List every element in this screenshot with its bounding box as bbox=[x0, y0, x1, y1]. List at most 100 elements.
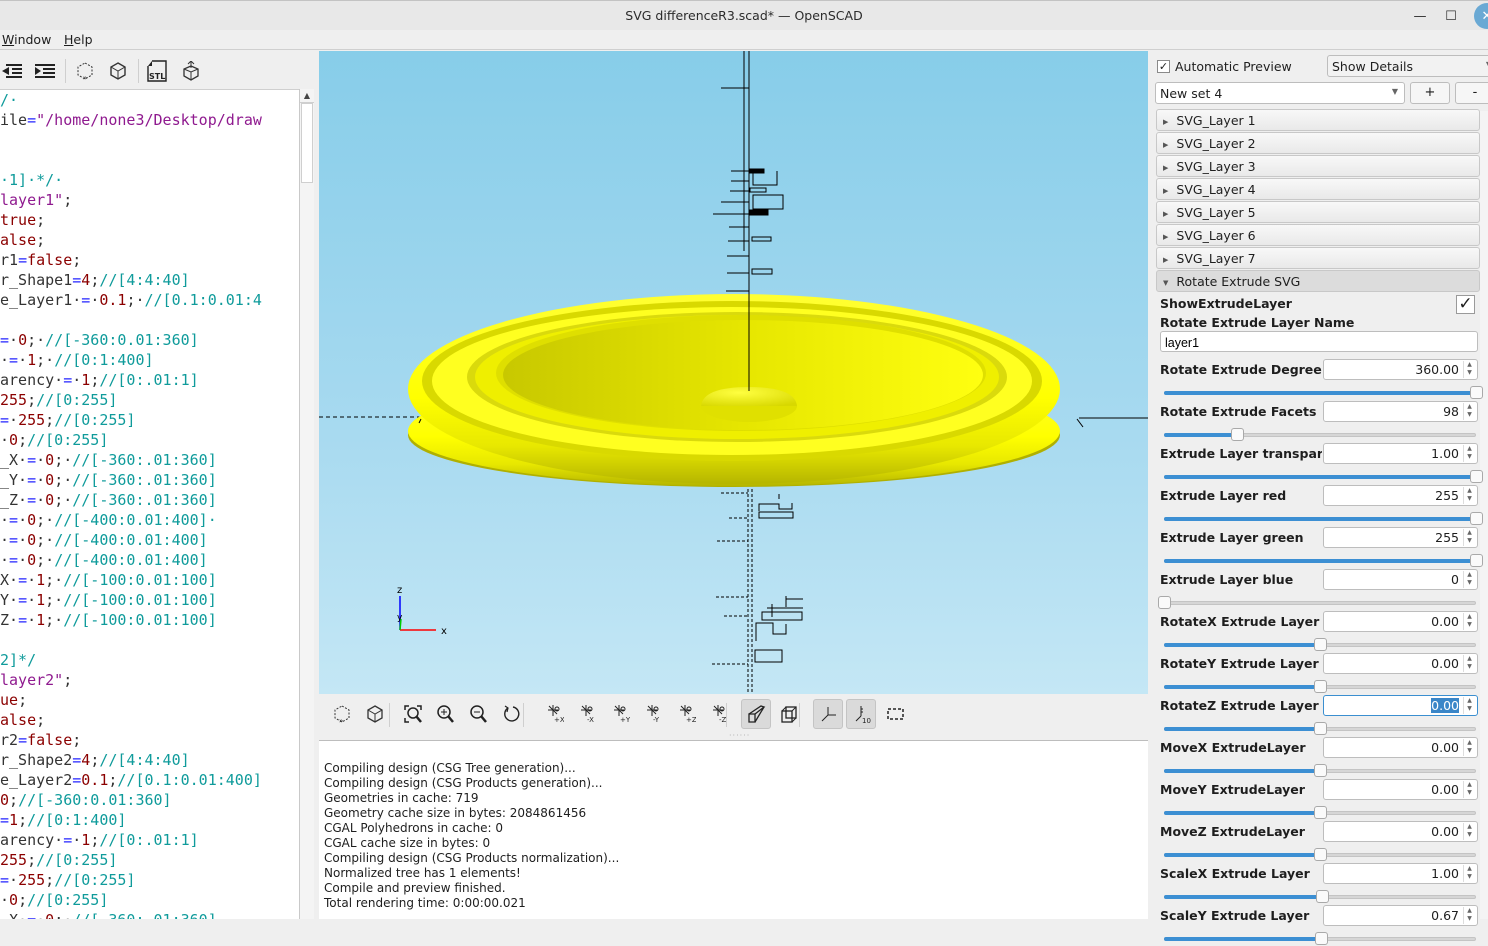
preview-icon[interactable]: » bbox=[73, 59, 97, 83]
menu-help[interactable]: Help bbox=[64, 32, 93, 47]
group-svg-layer-3[interactable]: ▶ SVG_Layer 3 bbox=[1156, 155, 1480, 177]
movey-extrudelayer-slider[interactable] bbox=[1164, 806, 1476, 820]
preset-select[interactable]: New set 4 ▼ bbox=[1155, 82, 1405, 104]
extrude-layer-red-slider[interactable] bbox=[1164, 512, 1483, 526]
console-output[interactable]: Compiling design (CSG Tree generation)..… bbox=[319, 740, 1148, 919]
add-preset-button[interactable]: + bbox=[1410, 82, 1450, 104]
indent-icon[interactable] bbox=[33, 59, 57, 83]
slider-handle[interactable] bbox=[1314, 932, 1328, 945]
spin-arrows-icon[interactable]: ▲ ▼ bbox=[1463, 655, 1475, 672]
slider-handle[interactable] bbox=[1158, 596, 1171, 609]
slider-handle[interactable] bbox=[1315, 890, 1329, 903]
spin-arrows-icon[interactable]: ▲ ▼ bbox=[1463, 781, 1475, 798]
close-button[interactable]: ✕ bbox=[1474, 3, 1488, 29]
scrollbar-thumb[interactable] bbox=[301, 103, 313, 183]
extrude-layer-transpar-spinbox[interactable]: 1.00 ▲ ▼ bbox=[1323, 443, 1478, 464]
rotatey-extrude-layer-slider[interactable] bbox=[1164, 680, 1476, 694]
detail-mode-select[interactable]: Show Details ▼ bbox=[1327, 55, 1488, 77]
slider-handle[interactable] bbox=[1231, 428, 1245, 441]
group-rotate-extrude-svg[interactable]: ▼ Rotate Extrude SVG bbox=[1156, 270, 1480, 292]
group-svg-layer-5[interactable]: ▶ SVG_Layer 5 bbox=[1156, 201, 1480, 223]
automatic-preview-checkbox[interactable]: ✓ Automatic Preview bbox=[1157, 58, 1292, 74]
extrude-layer-green-spinbox[interactable]: 255 ▲ ▼ bbox=[1323, 527, 1478, 548]
scalex-extrude-layer-spinbox[interactable]: 1.00 ▲ ▼ bbox=[1323, 863, 1478, 884]
view-left-button[interactable]: -X bbox=[572, 699, 602, 729]
export-stl-icon[interactable]: STL bbox=[145, 59, 169, 83]
movex-extrudelayer-spinbox[interactable]: 0.00 ▲ ▼ bbox=[1323, 737, 1478, 758]
extrude-layer-blue-slider[interactable] bbox=[1158, 596, 1476, 610]
spin-arrows-icon[interactable]: ▲ ▼ bbox=[1463, 907, 1475, 924]
extrude-layer-red-spinbox[interactable]: 255 ▲ ▼ bbox=[1323, 485, 1478, 506]
spin-arrows-icon[interactable]: ▲ ▼ bbox=[1463, 403, 1475, 420]
movez-extrudelayer-spinbox[interactable]: 0.00 ▲ ▼ bbox=[1323, 821, 1478, 842]
view-bottom-button[interactable]: -Z bbox=[704, 699, 734, 729]
menu-window[interactable]: Window bbox=[2, 32, 51, 47]
spin-arrows-icon[interactable]: ▲ ▼ bbox=[1463, 487, 1475, 504]
slider-handle[interactable] bbox=[1314, 638, 1327, 651]
orthogonal-button[interactable] bbox=[774, 699, 804, 729]
rotatex-extrude-layer-spinbox[interactable]: 0.00 ▲ ▼ bbox=[1323, 611, 1478, 632]
spin-arrows-icon[interactable]: ▲ ▼ bbox=[1463, 361, 1475, 378]
slider-handle[interactable] bbox=[1314, 764, 1327, 777]
minimize-button[interactable]: — bbox=[1410, 7, 1430, 25]
render-button[interactable] bbox=[360, 699, 390, 729]
reset-view-button[interactable] bbox=[497, 699, 527, 729]
zoom-out-button[interactable] bbox=[464, 699, 494, 729]
code-editor[interactable]: /· ile="/home/none3/Desktop/draw ·1]·*/· la… bbox=[0, 89, 300, 919]
preview-button[interactable]: » bbox=[327, 699, 357, 729]
group-svg-layer-4[interactable]: ▶ SVG_Layer 4 bbox=[1156, 178, 1480, 200]
layer-name-input[interactable] bbox=[1160, 331, 1478, 352]
group-svg-layer-7[interactable]: ▶ SVG_Layer 7 bbox=[1156, 247, 1480, 269]
view-back-button[interactable]: +Y bbox=[605, 699, 635, 729]
show-axes-button[interactable] bbox=[813, 699, 843, 729]
spin-arrows-icon[interactable]: ▲ ▼ bbox=[1463, 865, 1475, 882]
slider-handle[interactable] bbox=[1314, 806, 1327, 819]
rotate-extrude-facets-slider[interactable] bbox=[1164, 428, 1476, 442]
spin-arrows-icon[interactable]: ▲ ▼ bbox=[1463, 571, 1475, 588]
editor-scrollbar[interactable]: ▲ bbox=[299, 89, 314, 919]
view-all-button[interactable] bbox=[398, 699, 428, 729]
scaley-extrude-layer-slider[interactable] bbox=[1164, 932, 1476, 946]
view-top-button[interactable]: +Z bbox=[671, 699, 701, 729]
slider-handle[interactable] bbox=[1314, 680, 1327, 693]
group-svg-layer-6[interactable]: ▶ SVG_Layer 6 bbox=[1156, 224, 1480, 246]
scalex-extrude-layer-slider[interactable] bbox=[1164, 890, 1476, 904]
spin-arrows-icon[interactable]: ▲ ▼ bbox=[1463, 445, 1475, 462]
slider-handle[interactable] bbox=[1470, 554, 1483, 567]
rotate-extrude-facets-spinbox[interactable]: 98 ▲ ▼ bbox=[1323, 401, 1478, 422]
rotatez-extrude-layer-spinbox[interactable]: 0.00 ▲ ▼ bbox=[1323, 695, 1478, 716]
rotate-extrude-degree-slider[interactable] bbox=[1164, 386, 1483, 400]
splitter-grip[interactable]: ······ bbox=[729, 731, 750, 740]
movey-extrudelayer-spinbox[interactable]: 0.00 ▲ ▼ bbox=[1323, 779, 1478, 800]
extrude-layer-blue-spinbox[interactable]: 0 ▲ ▼ bbox=[1323, 569, 1478, 590]
unindent-icon[interactable] bbox=[0, 59, 24, 83]
extrude-layer-transpar-slider[interactable] bbox=[1164, 470, 1483, 484]
spin-arrows-icon[interactable]: ▲ ▼ bbox=[1463, 697, 1475, 714]
remove-preset-button[interactable]: - bbox=[1455, 82, 1488, 104]
perspective-button[interactable] bbox=[741, 699, 771, 729]
show-scale-markers-button[interactable]: 10 bbox=[846, 699, 876, 729]
rotatey-extrude-layer-spinbox[interactable]: 0.00 ▲ ▼ bbox=[1323, 653, 1478, 674]
view-front-button[interactable]: -Y bbox=[638, 699, 668, 729]
movex-extrudelayer-slider[interactable] bbox=[1164, 764, 1476, 778]
spin-arrows-icon[interactable]: ▲ ▼ bbox=[1463, 823, 1475, 840]
rotatez-extrude-layer-slider[interactable] bbox=[1164, 722, 1476, 736]
scroll-up-icon[interactable]: ▲ bbox=[300, 89, 314, 103]
show-extrude-layer-checkbox[interactable]: ✓ bbox=[1456, 295, 1475, 314]
spin-arrows-icon[interactable]: ▲ ▼ bbox=[1463, 739, 1475, 756]
view-right-button[interactable]: +X bbox=[539, 699, 569, 729]
rotate-extrude-degree-spinbox[interactable]: 360.00 ▲ ▼ bbox=[1323, 359, 1478, 380]
show-edges-button[interactable] bbox=[880, 699, 910, 729]
slider-handle[interactable] bbox=[1470, 470, 1483, 483]
slider-handle[interactable] bbox=[1470, 386, 1483, 399]
3d-viewport[interactable]: z y x bbox=[319, 51, 1148, 694]
movez-extrudelayer-slider[interactable] bbox=[1164, 848, 1476, 862]
rotatex-extrude-layer-slider[interactable] bbox=[1164, 638, 1476, 652]
scaley-extrude-layer-spinbox[interactable]: 0.67 ▲ ▼ bbox=[1323, 905, 1478, 926]
spin-arrows-icon[interactable]: ▲ ▼ bbox=[1463, 529, 1475, 546]
slider-handle[interactable] bbox=[1470, 512, 1483, 525]
zoom-in-button[interactable] bbox=[431, 699, 461, 729]
group-svg-layer-2[interactable]: ▶ SVG_Layer 2 bbox=[1156, 132, 1480, 154]
send-to-print-icon[interactable] bbox=[179, 59, 203, 83]
slider-handle[interactable] bbox=[1314, 722, 1327, 735]
